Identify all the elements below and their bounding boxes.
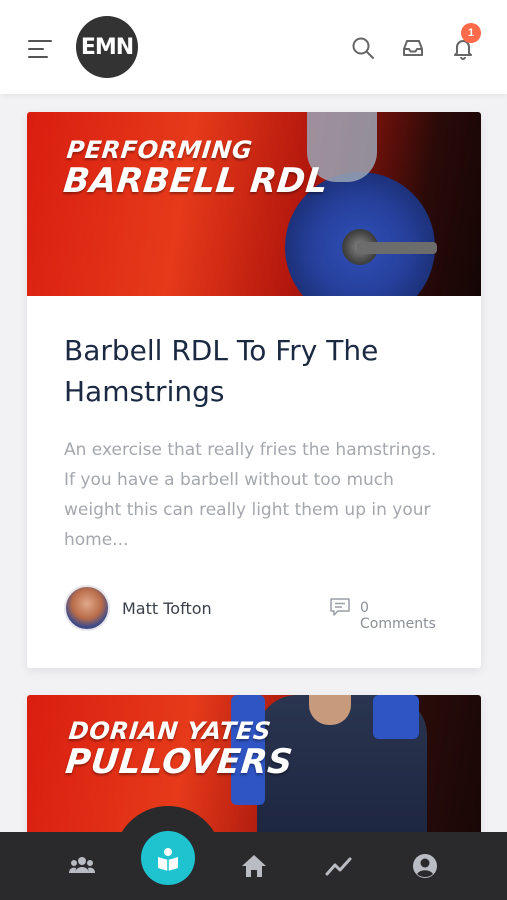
- post-hero-image: PERFORMING BARBELL RDL: [27, 112, 481, 296]
- dumbbell-right-graphic: [373, 695, 419, 739]
- hero-title-line2: PULLOVERS: [63, 742, 295, 782]
- hero-title-line2: BARBELL RDL: [61, 161, 331, 201]
- app-header: EMN 1: [0, 0, 507, 94]
- menu-icon[interactable]: [28, 38, 52, 60]
- search-icon[interactable]: [351, 36, 375, 60]
- notification-badge: 1: [461, 23, 481, 43]
- learn-icon: [158, 848, 178, 871]
- post-card[interactable]: DORIAN YATES PULLOVERS: [27, 695, 481, 845]
- post-excerpt: An exercise that really fries the hamstr…: [64, 440, 437, 550]
- home-icon[interactable]: [240, 853, 268, 879]
- post-meta: Matt Tofton 0 Comments: [64, 585, 448, 632]
- author-avatar[interactable]: [64, 585, 110, 631]
- inbox-icon[interactable]: [401, 36, 425, 60]
- brand-logo[interactable]: EMN: [76, 16, 138, 78]
- learn-button[interactable]: [141, 831, 195, 885]
- comment-icon[interactable]: [329, 597, 351, 617]
- post-card[interactable]: PERFORMING BARBELL RDL Barbell RDL To Fr…: [27, 112, 481, 668]
- comments-count[interactable]: 0 Comments: [360, 600, 448, 632]
- progress-icon[interactable]: [325, 853, 353, 879]
- barbell-bar-graphic: [357, 242, 437, 254]
- profile-icon[interactable]: [411, 853, 439, 879]
- author-name[interactable]: Matt Tofton: [122, 599, 212, 618]
- post-title[interactable]: Barbell RDL To Fry The Hamstrings: [64, 330, 444, 412]
- logo-text: EMN: [80, 34, 134, 60]
- community-icon[interactable]: [68, 853, 96, 879]
- hero-title-line1: DORIAN YATES: [67, 717, 273, 745]
- hero-title-line1: PERFORMING: [65, 136, 254, 164]
- post-hero-image: DORIAN YATES PULLOVERS: [27, 695, 481, 845]
